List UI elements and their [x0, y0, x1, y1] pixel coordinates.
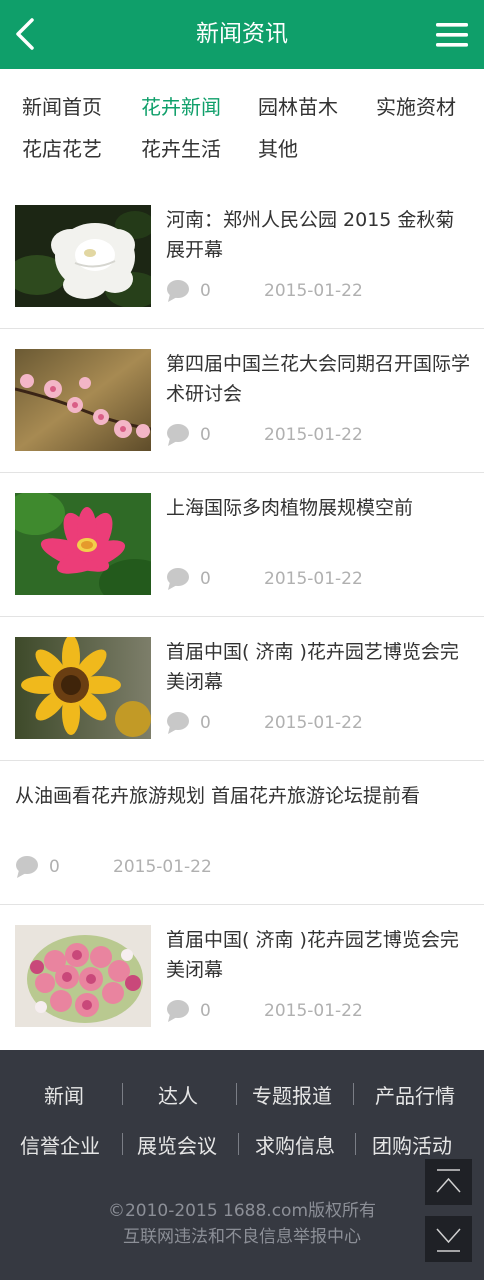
arrow-up-icon [436, 1169, 461, 1193]
news-item[interactable]: 上海国际多肉植物展规模空前 0 2015-01-22 [0, 473, 484, 617]
news-item[interactable]: 首届中国( 济南 )花卉园艺博览会完美闭幕 0 2015-01-22 [0, 617, 484, 761]
comment-icon [16, 856, 38, 878]
category-garden-seedlings[interactable]: 园林苗木 [258, 91, 338, 120]
news-title[interactable]: 首届中国( 济南 )花卉园艺博览会完美闭幕 [166, 637, 472, 697]
comment-count: 0 [200, 569, 211, 589]
comment-icon [167, 424, 189, 446]
category-materials[interactable]: 实施资材 [376, 91, 456, 120]
copyright-text: ©2010-2015 1688.com版权所有 [107, 1201, 377, 1221]
page-title: 新闻资讯 [196, 21, 288, 47]
comment-icon [167, 280, 189, 302]
news-list: 河南：郑州人民公园 2015 金秋菊展开幕 0 2015-01-22 第四届中国… [0, 185, 484, 1049]
news-date: 2015-01-22 [264, 281, 363, 301]
comment-count: 0 [200, 425, 211, 445]
news-title[interactable]: 河南：郑州人民公园 2015 金秋菊展开幕 [166, 205, 472, 265]
news-date: 2015-01-22 [264, 713, 363, 733]
news-date: 2015-01-22 [264, 569, 363, 589]
footer-link-special-reports[interactable]: 专题报道 [252, 1080, 332, 1109]
footer-divider [122, 1083, 123, 1105]
comment-icon [167, 1000, 189, 1022]
news-title[interactable]: 从油画看花卉旅游规划 首届花卉旅游论坛提前看 [15, 781, 475, 811]
comment-count: 0 [200, 1001, 211, 1021]
category-flower-life[interactable]: 花卉生活 [141, 133, 221, 162]
news-thumbnail[interactable] [15, 205, 151, 307]
top-bar: 新闻资讯 [0, 0, 484, 69]
news-item[interactable]: 河南：郑州人民公园 2015 金秋菊展开幕 0 2015-01-22 [0, 185, 484, 329]
footer-link-product-prices[interactable]: 产品行情 [375, 1080, 455, 1109]
news-title[interactable]: 首届中国( 济南 )花卉园艺博览会完美闭幕 [166, 925, 472, 985]
category-flower-news[interactable]: 花卉新闻 [141, 91, 221, 120]
footer-link-group-buying[interactable]: 团购活动 [372, 1130, 452, 1159]
news-date: 2015-01-22 [113, 857, 212, 877]
category-news-home[interactable]: 新闻首页 [22, 91, 102, 120]
news-title[interactable]: 第四届中国兰花大会同期召开国际学术研讨会 [166, 349, 472, 409]
news-item[interactable]: 第四届中国兰花大会同期召开国际学术研讨会 0 2015-01-22 [0, 329, 484, 473]
footer-link-exhibitions[interactable]: 展览会议 [137, 1130, 217, 1159]
news-date: 2015-01-22 [264, 1001, 363, 1021]
footer-link-purchase-info[interactable]: 求购信息 [255, 1130, 335, 1159]
footer-link-experts[interactable]: 达人 [158, 1080, 198, 1109]
footer-divider [355, 1133, 356, 1155]
arrow-down-icon [436, 1228, 461, 1252]
footer-divider [353, 1083, 354, 1105]
comment-count: 0 [200, 281, 211, 301]
footer: 新闻 达人 专题报道 产品行情 信誉企业 展览会议 求购信息 团购活动 ©201… [0, 1050, 484, 1280]
scroll-bottom-button[interactable] [425, 1216, 472, 1262]
comment-count: 0 [49, 857, 60, 877]
footer-link-news[interactable]: 新闻 [44, 1080, 84, 1109]
comment-icon [167, 568, 189, 590]
footer-divider [122, 1133, 123, 1155]
comment-count: 0 [200, 713, 211, 733]
footer-divider [238, 1133, 239, 1155]
news-thumbnail[interactable] [15, 637, 151, 739]
report-link[interactable]: 互联网违法和不良信息举报中心 [0, 1222, 484, 1247]
hamburger-icon[interactable] [436, 22, 468, 48]
news-date: 2015-01-22 [264, 425, 363, 445]
news-title[interactable]: 上海国际多肉植物展规模空前 [166, 493, 472, 523]
category-other[interactable]: 其他 [258, 133, 298, 162]
footer-link-trusted-companies[interactable]: 信誉企业 [20, 1130, 100, 1159]
comment-icon [167, 712, 189, 734]
news-thumbnail[interactable] [15, 493, 151, 595]
news-item[interactable]: 首届中国( 济南 )花卉园艺博览会完美闭幕 0 2015-01-22 [0, 905, 484, 1049]
footer-divider [236, 1083, 237, 1105]
news-thumbnail[interactable] [15, 349, 151, 451]
category-florist[interactable]: 花店花艺 [22, 133, 102, 162]
scroll-top-button[interactable] [425, 1159, 472, 1205]
news-item[interactable]: 从油画看花卉旅游规划 首届花卉旅游论坛提前看 0 2015-01-22 [0, 761, 484, 905]
news-thumbnail[interactable] [15, 925, 151, 1027]
category-nav: 新闻首页 花卉新闻 园林苗木 实施资材 花店花艺 花卉生活 其他 [0, 69, 484, 187]
